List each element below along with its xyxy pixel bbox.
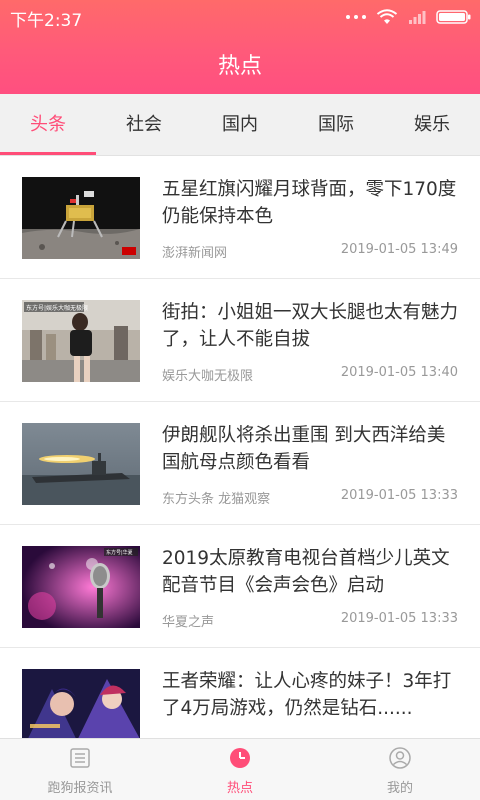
news-headline: 2019太原教育电视台首档少儿英文配音节目《会声会色》启动 [162,548,450,596]
news-thumbnail [22,669,140,738]
news-source: 娱乐大咖无极限 [162,369,254,384]
nav-label: 我的 [386,781,413,796]
list-item[interactable]: 伊朗舰队将杀出重围 到大西洋给美国航母点颜色看看 东方头条 龙猫观察 2019-… [0,402,480,525]
more-dots-icon [346,15,366,19]
news-time: 2019-01-05 13:49 [340,242,458,257]
list-item[interactable]: 东方号|娱乐大咖无极限 街拍：小姐姐一双大长腿也太有魅力了，让人不能自拔 娱乐大… [0,279,480,402]
news-headline: 伊朗舰队将杀出重围 到大西洋给美国航母点颜色看看 [162,425,446,473]
clock-icon [230,748,250,768]
news-time: 2019-01-05 13:40 [340,365,458,380]
battery-icon [436,10,471,24]
user-icon [389,747,411,769]
news-source: 澎湃新闻网 [162,246,228,261]
status-bar: 下午2:37 [0,0,480,32]
page-title: 热点 [217,54,262,79]
tab-society[interactable]: 社会 [96,94,192,156]
news-time: 2019-01-05 13:33 [340,611,458,626]
status-icons [346,8,472,26]
tab-indicator [0,152,96,155]
news-thumbnail [22,177,140,259]
list-item[interactable]: 五星红旗闪耀月球背面，零下170度仍能保持本色 澎湃新闻网 2019-01-05… [0,156,480,279]
list-item[interactable]: 王者荣耀：让人心疼的妹子！3年打了4万局游戏，仍然是钻石...... [0,648,480,738]
nav-hot[interactable]: 热点 [160,739,320,800]
nav-label: 热点 [226,781,253,796]
tab-domestic[interactable]: 国内 [192,94,288,156]
list-item[interactable]: 东方号|华夏 2019太原教育电视台首档少儿英文配音节目《会声会色》启动 华夏之… [0,525,480,648]
tab-entertainment[interactable]: 娱乐 [384,94,480,156]
news-headline: 王者荣耀：让人心疼的妹子！3年打了4万局游戏，仍然是钻石...... [162,671,452,719]
status-time: 下午2:37 [10,11,83,31]
tab-headlines[interactable]: 头条 [0,94,96,156]
news-thumbnail: 东方号|华夏 [22,546,140,628]
tab-international[interactable]: 国际 [288,94,384,156]
nav-news[interactable]: 跑狗报资讯 [0,739,160,800]
category-tabs: 头条 社会 国内 国际 娱乐 [0,94,480,156]
bottom-navigation: 跑狗报资讯 热点 我的 [0,738,480,800]
thumbnail-watermark: 东方号|华夏 [106,549,133,556]
news-list[interactable]: 五星红旗闪耀月球背面，零下170度仍能保持本色 澎湃新闻网 2019-01-05… [0,156,480,738]
news-thumbnail [22,423,140,505]
signal-icon [409,11,426,24]
news-time: 2019-01-05 13:33 [340,488,458,503]
news-source: 华夏之声 [162,615,215,630]
news-source: 东方头条 龙猫观察 [162,492,271,507]
thumbnail-watermark: 东方号|娱乐大咖无极限 [26,304,88,312]
news-thumbnail: 东方号|娱乐大咖无极限 [22,300,140,382]
wifi-icon [376,9,398,24]
nav-profile[interactable]: 我的 [320,739,480,800]
news-headline: 街拍：小姐姐一双大长腿也太有魅力了，让人不能自拔 [162,302,459,350]
app-header: 下午2:37 热点 [0,0,480,94]
news-headline: 五星红旗闪耀月球背面，零下170度仍能保持本色 [162,179,457,227]
list-icon [70,748,90,768]
nav-label: 跑狗报资讯 [47,781,113,796]
